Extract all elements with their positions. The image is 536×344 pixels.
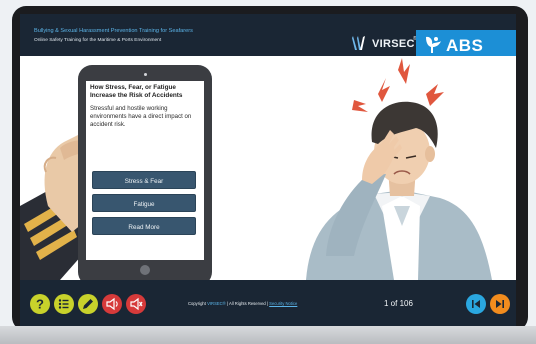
pencil-icon bbox=[83, 299, 93, 309]
laptop-base bbox=[0, 326, 536, 344]
read-more-button[interactable]: Read More bbox=[92, 217, 196, 235]
abs-eagle-icon bbox=[426, 36, 441, 53]
audio-icon bbox=[106, 297, 118, 311]
tablet-home-button bbox=[140, 265, 150, 275]
mute-button[interactable] bbox=[126, 294, 146, 314]
tablet-heading: How Stress, Fear, or Fatigue Increase th… bbox=[90, 84, 183, 99]
stress-fear-button[interactable]: Stress & Fear bbox=[92, 171, 196, 189]
audio-button[interactable] bbox=[102, 294, 122, 314]
copyright-text: Copyright bbox=[188, 301, 206, 306]
virsec-mark-icon bbox=[352, 36, 365, 50]
course-footer: ? Copyright VIRSEC® | All Rights Reserve… bbox=[20, 280, 516, 326]
help-button[interactable]: ? bbox=[30, 294, 50, 314]
tablet-screen: How Stress, Fear, or Fatigue Increase th… bbox=[86, 81, 204, 260]
slide-content: How Stress, Fear, or Fatigue Increase th… bbox=[20, 56, 516, 286]
tablet-camera bbox=[144, 73, 147, 76]
course-window: Bullying & Sexual Harassment Prevention … bbox=[20, 14, 516, 326]
tablet-device: How Stress, Fear, or Fatigue Increase th… bbox=[78, 65, 212, 286]
course-subtitle: Online Safety Training for the Maritime … bbox=[34, 38, 162, 43]
help-icon: ? bbox=[36, 297, 44, 312]
page-counter: 1 of 106 bbox=[384, 299, 413, 308]
copyright-brand: VIRSEC® bbox=[207, 301, 226, 306]
audio-mute-icon bbox=[130, 297, 143, 311]
course-title: Bullying & Sexual Harassment Prevention … bbox=[34, 28, 193, 34]
next-icon bbox=[496, 300, 504, 308]
previous-button[interactable] bbox=[466, 294, 486, 314]
menu-button[interactable] bbox=[54, 294, 74, 314]
notes-button[interactable] bbox=[78, 294, 98, 314]
fatigue-button[interactable]: Fatigue bbox=[92, 194, 196, 212]
menu-list-icon bbox=[58, 299, 69, 309]
security-notice-link[interactable]: Security Notice bbox=[269, 301, 297, 306]
next-button[interactable] bbox=[490, 294, 510, 314]
svg-text:?: ? bbox=[36, 297, 44, 312]
stressed-man-illustration bbox=[306, 58, 492, 280]
rights-text: | All Rights Reserved | bbox=[226, 301, 268, 306]
abs-wordmark: ABS bbox=[446, 36, 484, 55]
course-header: Bullying & Sexual Harassment Prevention … bbox=[20, 14, 516, 60]
copyright-line: Copyright VIRSEC® | All Rights Reserved … bbox=[188, 301, 297, 306]
previous-icon bbox=[472, 300, 480, 308]
tablet-body-text: Stressful and hostile working environmen… bbox=[90, 105, 192, 129]
virsec-wordmark: VIRSEC bbox=[372, 38, 415, 50]
